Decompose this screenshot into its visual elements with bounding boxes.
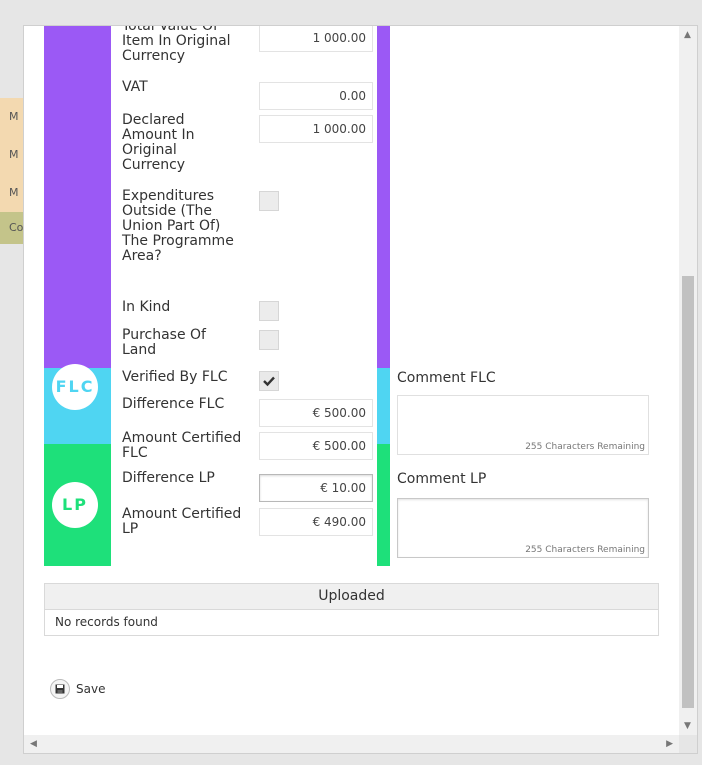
background-row-text: M bbox=[9, 148, 19, 161]
amount-certified-flc-input[interactable]: € 500.00 bbox=[259, 432, 373, 460]
scroll-left-arrow-icon[interactable]: ◀ bbox=[30, 739, 37, 749]
expenditures-outside-checkbox[interactable] bbox=[259, 191, 279, 211]
no-records-message: No records found bbox=[55, 615, 158, 629]
horizontal-scrollbar[interactable]: ◀ ▶ bbox=[24, 735, 679, 753]
flc-right-bar bbox=[377, 368, 390, 444]
in-kind-checkbox[interactable] bbox=[259, 301, 279, 321]
purple-left-bar bbox=[44, 26, 111, 368]
verified-by-flc-label: Verified By FLC bbox=[122, 369, 228, 385]
dialog-content: FLC LP Total Value Of Item In Original C… bbox=[24, 26, 679, 735]
comment-flc-textarea[interactable]: 255 Characters Remaining bbox=[397, 395, 649, 455]
vertical-scroll-thumb[interactable] bbox=[682, 276, 694, 708]
background-row-text: M bbox=[9, 186, 19, 199]
difference-lp-label: Difference LP bbox=[122, 470, 215, 486]
declared-amount-input[interactable]: 1 000.00 bbox=[259, 115, 373, 143]
declared-amount-label: Declared Amount In Original Currency bbox=[122, 112, 195, 173]
save-label: Save bbox=[76, 682, 106, 696]
verified-by-flc-checkbox[interactable] bbox=[259, 371, 279, 391]
amount-certified-lp-label: Amount Certified LP bbox=[122, 506, 242, 537]
lp-badge: LP bbox=[52, 482, 98, 528]
uploaded-table: Uploaded No records found bbox=[44, 583, 659, 636]
save-button[interactable]: Save bbox=[50, 679, 105, 699]
scroll-right-arrow-icon[interactable]: ▶ bbox=[666, 739, 673, 749]
comment-lp-textarea[interactable]: 255 Characters Remaining bbox=[397, 498, 649, 558]
purple-right-bar bbox=[377, 26, 390, 368]
difference-flc-input[interactable]: € 500.00 bbox=[259, 399, 373, 427]
amount-certified-flc-label: Amount Certified FLC bbox=[122, 430, 242, 461]
background-row-text: M bbox=[9, 110, 19, 123]
difference-lp-input[interactable]: € 10.00 bbox=[259, 474, 373, 502]
amount-certified-lp-input[interactable]: € 490.00 bbox=[259, 508, 373, 536]
expenditures-outside-label: Expenditures Outside (The Union Part Of)… bbox=[122, 188, 234, 264]
flc-characters-remaining: 255 Characters Remaining bbox=[525, 442, 645, 452]
uploaded-header: Uploaded bbox=[45, 584, 658, 610]
lp-characters-remaining: 255 Characters Remaining bbox=[525, 545, 645, 555]
total-value-label: Total Value Of Item In Original Currency bbox=[122, 26, 231, 64]
in-kind-label: In Kind bbox=[122, 299, 171, 315]
flc-badge: FLC bbox=[52, 364, 98, 410]
scrollbar-corner bbox=[679, 735, 697, 753]
difference-flc-label: Difference FLC bbox=[122, 396, 225, 412]
checkmark-icon bbox=[263, 376, 275, 387]
comment-lp-title: Comment LP bbox=[397, 471, 487, 487]
comment-flc-title: Comment FLC bbox=[397, 370, 496, 386]
vat-label: VAT bbox=[122, 79, 148, 95]
scroll-down-arrow-icon[interactable]: ▼ bbox=[684, 721, 691, 731]
scroll-up-arrow-icon[interactable]: ▲ bbox=[684, 30, 691, 40]
purchase-of-land-label: Purchase Of Land bbox=[122, 327, 206, 358]
modal-dialog: FLC LP Total Value Of Item In Original C… bbox=[23, 25, 698, 754]
floppy-disk-icon bbox=[50, 679, 70, 699]
vat-input[interactable]: 0.00 bbox=[259, 82, 373, 110]
lp-right-bar bbox=[377, 444, 390, 566]
background-row-text: Co bbox=[9, 221, 24, 234]
total-value-input[interactable]: 1 000.00 bbox=[259, 26, 373, 52]
vertical-scrollbar[interactable]: ▲ ▼ bbox=[679, 26, 697, 735]
purchase-of-land-checkbox[interactable] bbox=[259, 330, 279, 350]
